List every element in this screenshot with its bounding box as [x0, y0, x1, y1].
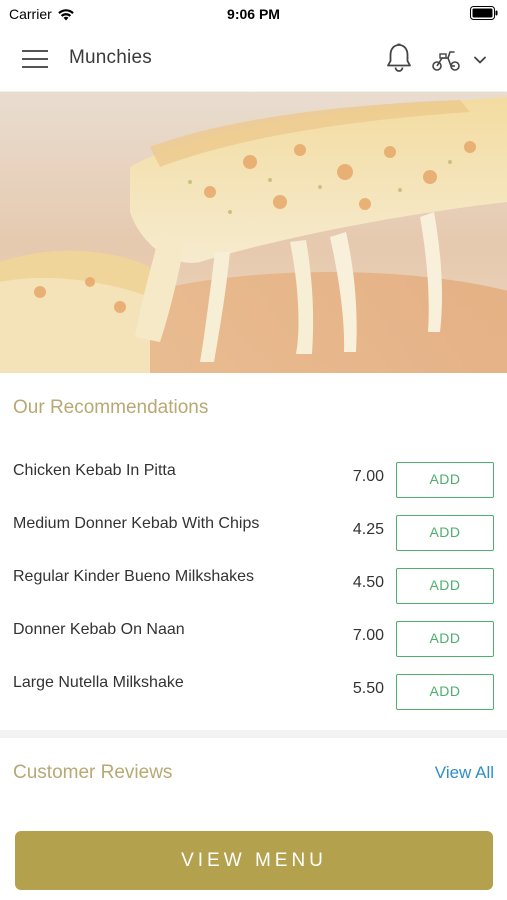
list-item: Regular Kinder Bueno Milkshakes 4.50 ADD	[0, 554, 507, 607]
bell-icon[interactable]	[385, 42, 413, 74]
item-price: 4.25	[352, 521, 384, 538]
item-name: Regular Kinder Bueno Milkshakes	[13, 568, 255, 585]
recommendations-heading: Our Recommendations	[13, 397, 209, 418]
list-item: Donner Kebab On Naan 7.00 ADD	[0, 607, 507, 660]
add-button[interactable]: ADD	[396, 515, 494, 551]
list-item: Chicken Kebab In Pitta 7.00 ADD	[0, 448, 507, 501]
item-price: 4.50	[352, 574, 384, 591]
menu-icon[interactable]	[22, 48, 48, 70]
add-button[interactable]: ADD	[396, 568, 494, 604]
app-title: Munchies	[69, 47, 152, 68]
section-divider	[0, 730, 507, 738]
view-menu-button[interactable]: VIEW MENU	[15, 831, 493, 890]
item-price: 5.50	[352, 680, 384, 697]
battery-icon	[470, 6, 498, 20]
add-button[interactable]: ADD	[396, 462, 494, 498]
chevron-down-icon[interactable]	[473, 53, 487, 67]
item-name: Medium Donner Kebab With Chips	[13, 515, 260, 532]
item-name: Donner Kebab On Naan	[13, 621, 185, 638]
list-item: Medium Donner Kebab With Chips 4.25 ADD	[0, 501, 507, 554]
status-time: 9:06 PM	[227, 6, 280, 22]
add-button[interactable]: ADD	[396, 674, 494, 710]
list-item: Large Nutella Milkshake 5.50 ADD	[0, 660, 507, 713]
item-name: Large Nutella Milkshake	[13, 674, 184, 691]
item-name: Chicken Kebab In Pitta	[13, 462, 176, 479]
item-price: 7.00	[352, 627, 384, 644]
app-bar: Munchies	[0, 26, 507, 92]
view-all-link[interactable]: View All	[435, 763, 494, 783]
hero-image	[0, 92, 507, 373]
scooter-icon[interactable]	[431, 48, 461, 72]
status-bar: Carrier 9:06 PM	[0, 0, 507, 26]
add-button[interactable]: ADD	[396, 621, 494, 657]
reviews-heading: Customer Reviews	[13, 762, 173, 783]
item-price: 7.00	[352, 468, 384, 485]
